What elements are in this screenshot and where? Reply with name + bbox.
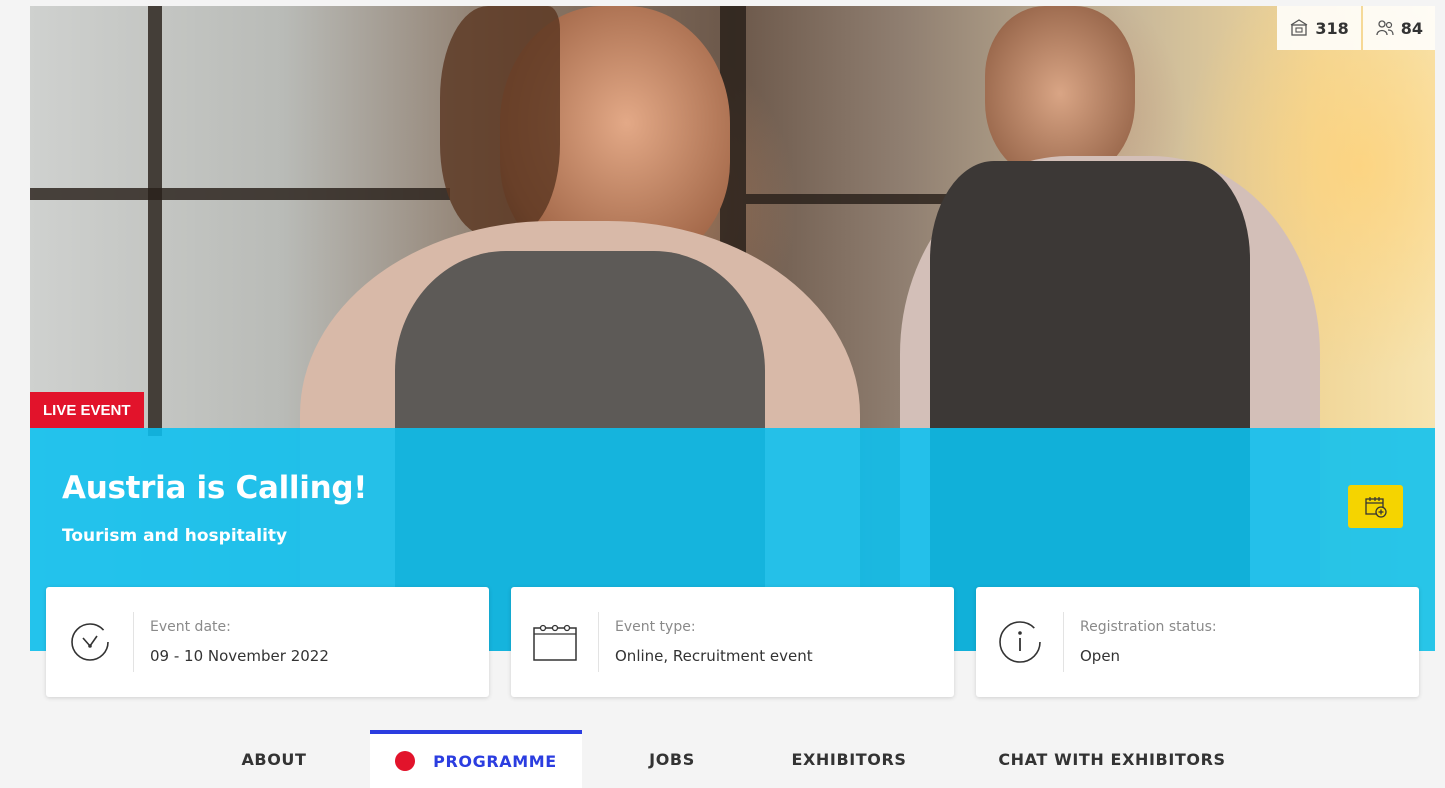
event-title: Austria is Calling! (62, 470, 368, 506)
visitors-icon (1376, 20, 1394, 36)
event-tabs: ABOUT PROGRAMME JOBS EXHIBITORS CHAT WIT… (0, 730, 1445, 788)
visitor-count: 84 (1362, 6, 1435, 50)
tab-about[interactable]: ABOUT (222, 730, 326, 788)
hero-banner: 318 84 LIVE EVENT Austria is Calling! To… (30, 6, 1435, 651)
registration-status-value: Open (1080, 647, 1121, 665)
tab-exhibitors[interactable]: EXHIBITORS (770, 730, 928, 788)
calendar-icon (532, 624, 577, 661)
tab-programme[interactable]: PROGRAMME (370, 730, 582, 788)
event-page: 318 84 LIVE EVENT Austria is Calling! To… (0, 0, 1445, 788)
exhibitor-icon (1290, 19, 1308, 36)
live-indicator-icon (395, 751, 416, 771)
tab-chat-with-exhibitors[interactable]: CHAT WITH EXHIBITORS (980, 730, 1244, 788)
event-subtitle: Tourism and hospitality (62, 526, 288, 546)
event-type-label: Event type: (615, 619, 696, 635)
add-to-calendar-button[interactable] (1348, 485, 1403, 528)
event-date-card: Event date: 09 - 10 November 2022 (46, 587, 489, 697)
stats-badges: 318 84 (1277, 6, 1435, 50)
registration-status-card: Registration status: Open (976, 587, 1419, 697)
event-type-value: Online, Recruitment event (615, 647, 813, 665)
event-date-value: 09 - 10 November 2022 (150, 647, 329, 665)
info-icon (998, 621, 1041, 663)
event-date-label: Event date: (150, 619, 231, 635)
clock-icon (70, 623, 109, 661)
tab-jobs[interactable]: JOBS (628, 730, 716, 788)
registration-status-label: Registration status: (1080, 619, 1217, 635)
calendar-add-icon (1364, 496, 1387, 518)
event-type-card: Event type: Online, Recruitment event (511, 587, 954, 697)
live-event-badge: LIVE EVENT (30, 392, 144, 428)
event-info-cards: Event date: 09 - 10 November 2022 Event … (46, 587, 1419, 697)
exhibitor-count: 318 (1277, 6, 1361, 50)
